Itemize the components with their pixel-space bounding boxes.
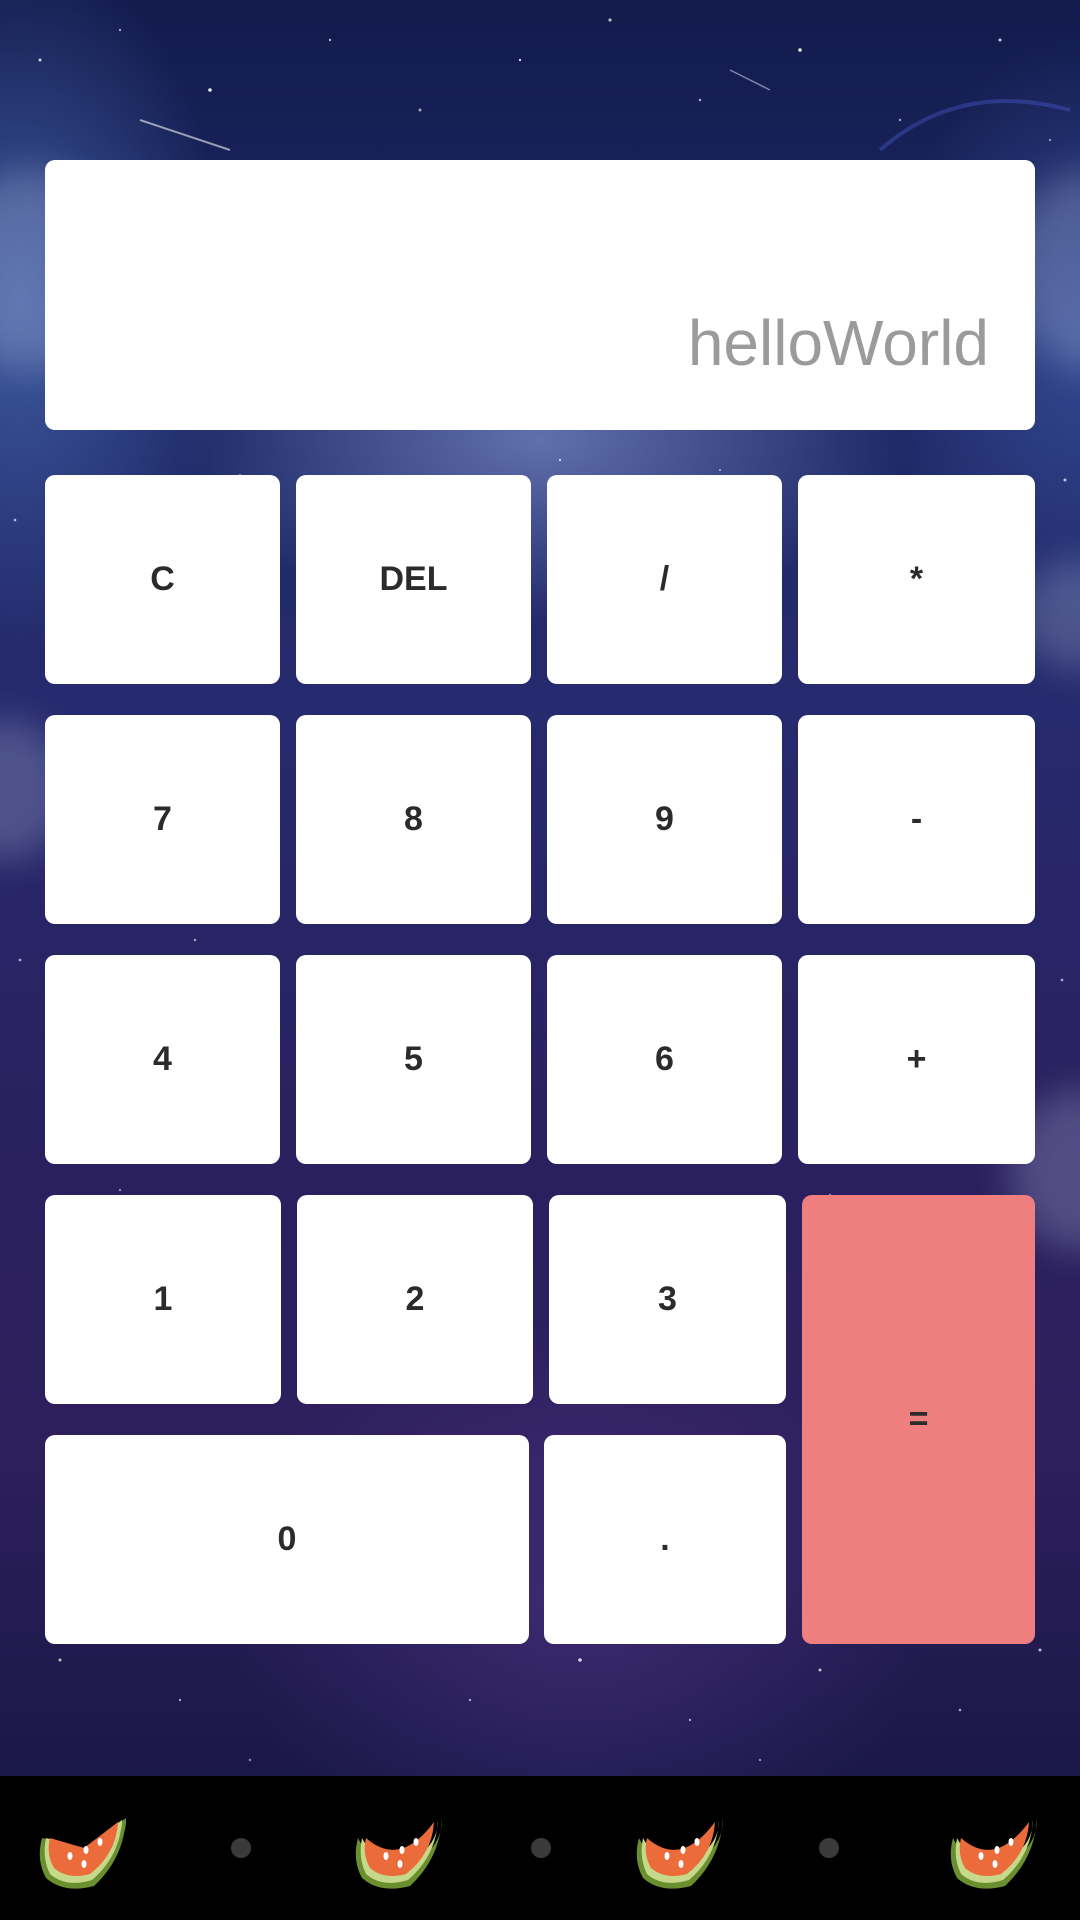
watermelon-icon[interactable] — [945, 1798, 1045, 1898]
decimal-point-button[interactable]: . — [544, 1435, 786, 1644]
clear-button[interactable]: C — [45, 475, 280, 684]
digit-6-button[interactable]: 6 — [547, 955, 782, 1164]
watermelon-icon[interactable] — [350, 1798, 450, 1898]
calculator-display: helloWorld — [45, 160, 1035, 430]
digit-8-button[interactable]: 8 — [296, 715, 531, 924]
delete-button[interactable]: DEL — [296, 475, 531, 684]
divide-button[interactable]: / — [547, 475, 782, 684]
digit-9-button[interactable]: 9 — [547, 715, 782, 924]
digit-7-button[interactable]: 7 — [45, 715, 280, 924]
digit-5-button[interactable]: 5 — [296, 955, 531, 1164]
digit-4-button[interactable]: 4 — [45, 955, 280, 1164]
minus-button[interactable]: - — [798, 715, 1035, 924]
equals-button[interactable]: = — [802, 1195, 1035, 1644]
watermelon-icon[interactable] — [34, 1798, 134, 1898]
page-indicator-dot — [231, 1838, 251, 1858]
digit-1-button[interactable]: 1 — [45, 1195, 281, 1404]
display-text: helloWorld — [687, 307, 989, 379]
watermelon-icon[interactable] — [631, 1798, 731, 1898]
digit-2-button[interactable]: 2 — [297, 1195, 533, 1404]
plus-button[interactable]: + — [798, 955, 1035, 1164]
digit-0-button[interactable]: 0 — [45, 1435, 529, 1644]
page-indicator-dot — [531, 1838, 551, 1858]
digit-3-button[interactable]: 3 — [549, 1195, 786, 1404]
multiply-button[interactable]: * — [798, 475, 1035, 684]
page-indicator-dot — [819, 1838, 839, 1858]
